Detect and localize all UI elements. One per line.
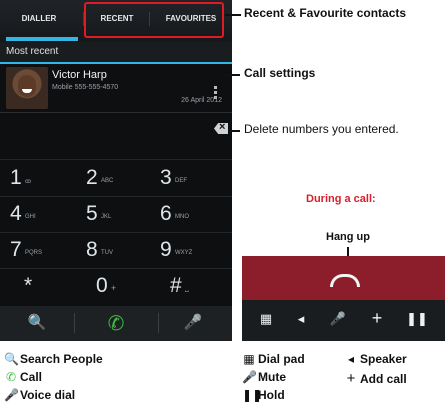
call-icon[interactable]: ✆ <box>101 311 131 336</box>
speaker-icon: ◂ <box>347 352 355 366</box>
key-hash[interactable]: # ⎵ <box>170 272 230 302</box>
recent-section-header: Most recent <box>0 42 232 99</box>
microphone-icon: 🎤 <box>4 388 19 402</box>
key-9[interactable]: 9 WXYZ <box>160 236 220 266</box>
callout-line-settings <box>224 74 240 76</box>
in-call-controls: ▦ ◂ 🎤 + ❚❚ <box>242 256 445 341</box>
dialler-tab-bar: DIALLER RECENT FAVOURITES <box>0 0 232 42</box>
add-call-icon[interactable]: + <box>365 308 389 329</box>
key-8[interactable]: 8 TUV <box>86 236 146 266</box>
recent-contact-row[interactable]: Victor Harp Mobile 555-555-4570 26 April… <box>0 64 232 112</box>
hold-icon[interactable]: ❚❚ <box>405 311 429 327</box>
in-call-toolbar: ▦ ◂ 🎤 + ❚❚ <box>242 300 445 341</box>
callout-recent-favourite: Recent & Favourite contacts <box>244 6 407 20</box>
backspace-icon[interactable] <box>214 123 228 134</box>
legend-mute: 🎤Mute <box>242 370 286 384</box>
legend-add-call: + Add call <box>344 370 407 387</box>
phone-dialler-screen: DIALLER RECENT FAVOURITES Most recent Vi… <box>0 0 232 341</box>
legend-dial-pad: ▦ Dial pad <box>243 352 305 366</box>
mute-icon: 🎤 <box>242 370 257 384</box>
search-icon: 🔍 <box>4 352 19 366</box>
key-2[interactable]: 2 ABC <box>86 164 146 194</box>
row-divider <box>0 112 232 113</box>
key-5[interactable]: 5 JKL <box>86 200 146 230</box>
key-1[interactable]: 1ꝏ <box>10 164 70 194</box>
key-0[interactable]: 0 + <box>96 272 156 302</box>
dialler-action-bar: 🔍 ✆ 🎤 <box>0 306 232 341</box>
call-icon: ✆ <box>5 370 17 384</box>
avatar <box>6 67 48 109</box>
tab-dialler[interactable]: DIALLER <box>0 0 78 38</box>
dialpad-icon[interactable]: ▦ <box>254 311 278 327</box>
legend-search-people: 🔍Search People <box>4 352 103 366</box>
search-icon[interactable]: 🔍 <box>22 313 52 331</box>
microphone-icon[interactable]: 🎤 <box>178 313 208 331</box>
callout-line-recent <box>225 14 241 16</box>
hang-up-label: Hang up <box>326 231 370 243</box>
add-call-icon: + <box>346 370 356 387</box>
dial-keypad: 1ꝏ 2 ABC 3 DEF 4 GHI 5 JKL 6 MNO 7 PQRS 8 TUV 9… <box>0 159 232 304</box>
section-label: Most recent <box>6 46 59 57</box>
legend-hold: ❚❚Hold <box>242 388 285 402</box>
during-call-heading: During a call: <box>306 193 376 205</box>
key-6[interactable]: 6 MNO <box>160 200 220 230</box>
mute-icon[interactable]: 🎤 <box>326 311 350 327</box>
callout-line-delete <box>230 130 240 132</box>
contact-name: Victor Harp <box>52 69 107 81</box>
legend-voice-dial: 🎤Voice dial <box>4 388 76 402</box>
contact-number: Mobile 555-555-4570 <box>52 84 119 91</box>
hang-up-area[interactable] <box>242 256 445 300</box>
legend-call: ✆ Call <box>5 370 43 384</box>
speaker-icon[interactable]: ◂ <box>289 311 313 327</box>
hold-icon: ❚❚ <box>242 388 263 402</box>
callout-delete-numbers: Delete numbers you entered. <box>244 122 399 136</box>
call-date: 26 April 2012 <box>181 97 222 104</box>
callout-call-settings: Call settings <box>244 66 316 80</box>
dialpad-icon: ▦ <box>243 352 255 366</box>
active-tab-indicator <box>6 37 78 41</box>
key-star[interactable]: * <box>24 272 84 302</box>
key-4[interactable]: 4 GHI <box>10 200 70 230</box>
key-3[interactable]: 3 DEF <box>160 164 220 194</box>
hang-up-icon[interactable] <box>330 274 360 287</box>
key-7[interactable]: 7 PQRS <box>10 236 70 266</box>
legend-speaker: ◂ Speaker <box>344 352 407 366</box>
tabs-highlight-box <box>84 2 224 38</box>
